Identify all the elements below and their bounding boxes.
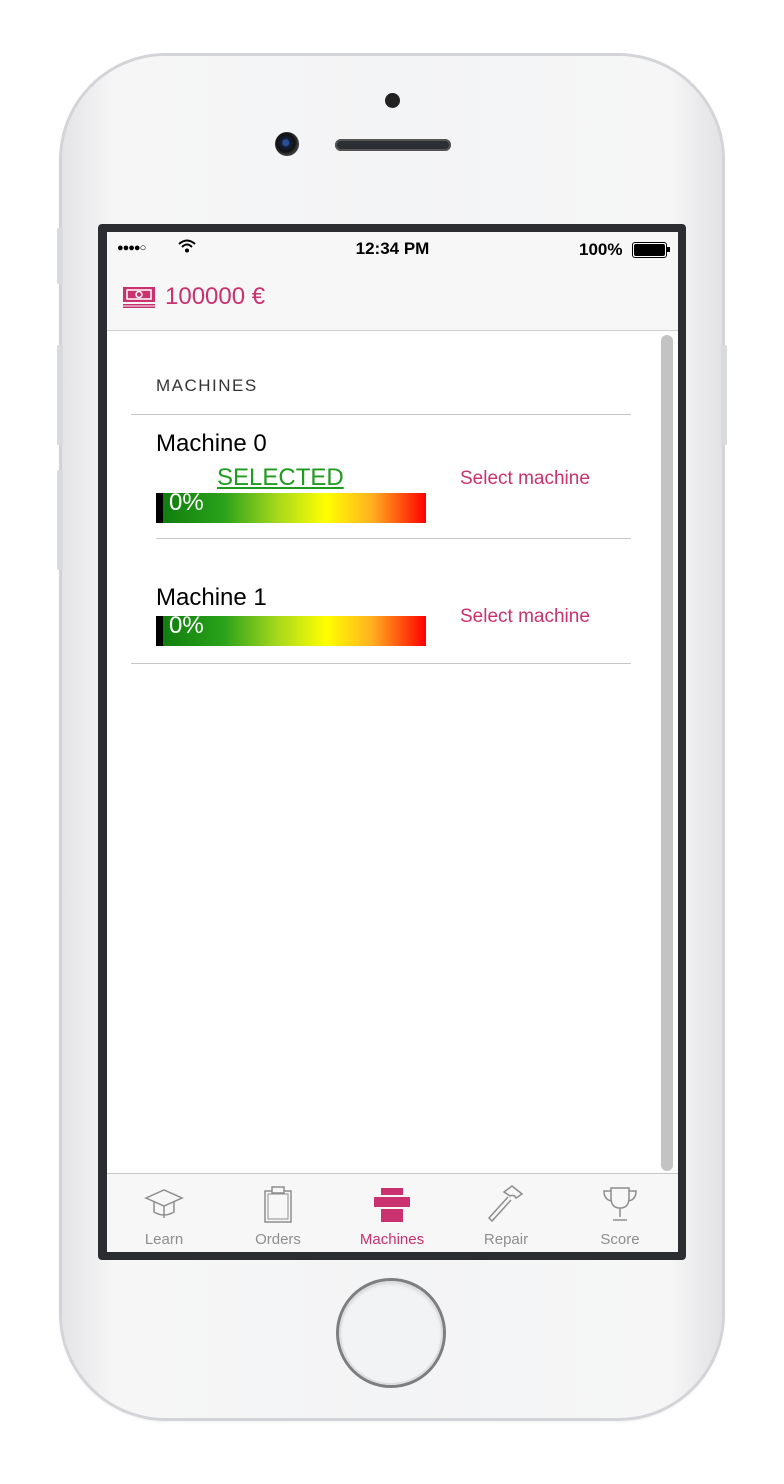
tab-label: Orders: [255, 1231, 301, 1248]
progress-text: 0%: [169, 489, 204, 516]
tab-machines[interactable]: Machines: [335, 1174, 449, 1252]
home-button[interactable]: [339, 1281, 443, 1385]
clipboard-icon: [264, 1186, 292, 1223]
select-machine-button[interactable]: Select machine: [460, 606, 590, 628]
battery-icon: [632, 242, 667, 258]
volume-down-button: [57, 470, 63, 570]
section-divider: [131, 414, 631, 415]
selected-badge: SELECTED: [217, 464, 344, 491]
machine-name: Machine 1: [156, 584, 267, 611]
tab-label: Machines: [359, 1231, 425, 1248]
tab-label: Repair: [483, 1231, 529, 1248]
row-divider: [156, 538, 631, 539]
tab-learn[interactable]: Learn: [107, 1174, 221, 1252]
mute-switch: [57, 228, 63, 284]
machines-list: MACHINES Machine 0 SELECTED 0% Select ma…: [107, 331, 678, 1173]
volume-up-button: [57, 345, 63, 445]
progress-indicator: [156, 616, 163, 646]
tab-score[interactable]: Score: [563, 1174, 677, 1252]
tab-label: Score: [600, 1231, 640, 1248]
progress-indicator: [156, 493, 163, 523]
power-button: [721, 345, 727, 445]
top-bar: 100000 €: [107, 266, 678, 331]
tab-orders[interactable]: Orders: [221, 1174, 335, 1252]
battery-tip: [667, 247, 670, 252]
front-camera: [275, 132, 299, 156]
money-balance: 100000 €: [165, 283, 266, 310]
progress-text: 0%: [169, 612, 204, 639]
tab-bar: Learn Orders Machines Repair Score: [107, 1173, 678, 1252]
hammer-icon: [487, 1185, 524, 1223]
trophy-icon: [603, 1187, 637, 1221]
money-icon: [122, 286, 156, 313]
scrollbar[interactable]: [661, 335, 673, 1171]
graduation-cap-icon: [144, 1189, 184, 1218]
app-screen: ●●●●○ 12:34 PM 100% 100000 € MACHINES Ma…: [107, 232, 678, 1252]
machine-progress-bar: 0%: [156, 489, 426, 523]
list-bottom-divider: [131, 663, 631, 664]
printer-icon: [374, 1188, 410, 1222]
section-title: MACHINES: [156, 376, 258, 395]
machine-progress-bar: 0%: [156, 612, 426, 646]
select-machine-button[interactable]: Select machine: [460, 468, 590, 490]
proximity-sensor: [385, 93, 400, 108]
machine-name: Machine 0: [156, 430, 267, 457]
tab-label: Learn: [144, 1231, 184, 1248]
tab-repair[interactable]: Repair: [449, 1174, 563, 1252]
battery-percentage: 100%: [579, 240, 623, 259]
status-bar: ●●●●○ 12:34 PM 100%: [107, 232, 678, 266]
earpiece-speaker: [335, 139, 451, 151]
